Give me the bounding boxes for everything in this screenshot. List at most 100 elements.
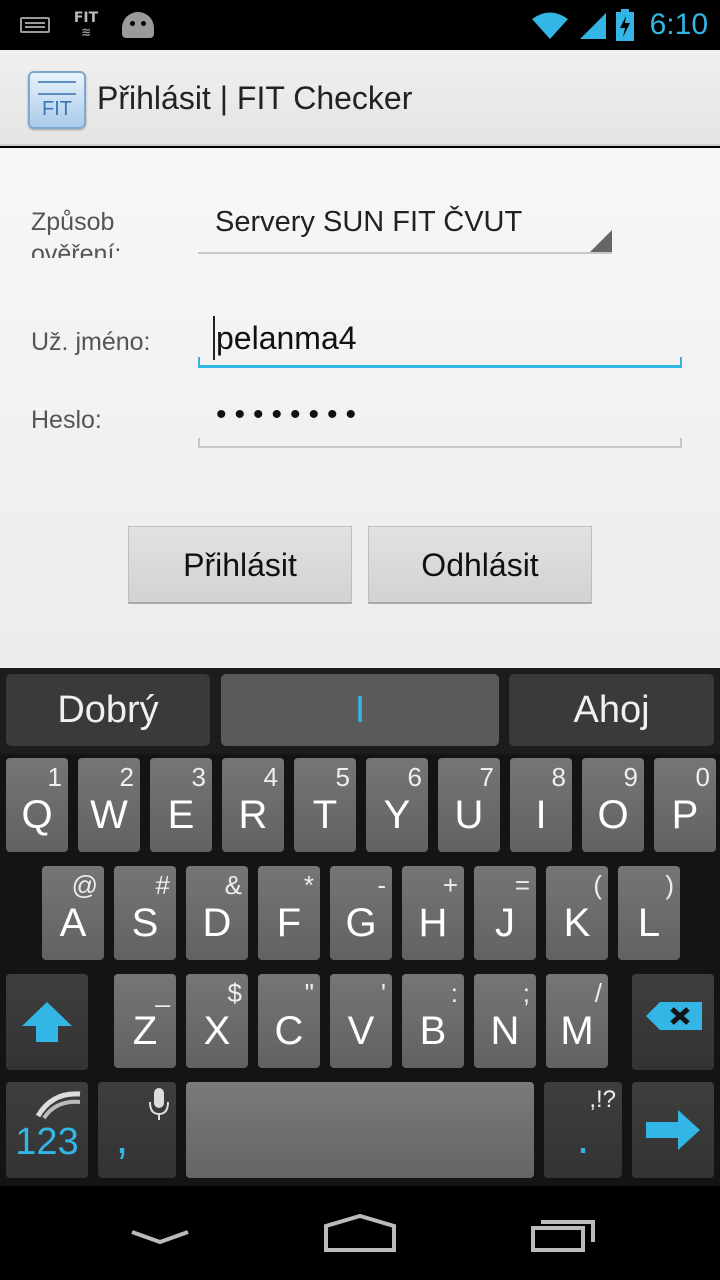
fit-notification-icon: FIT ≋ bbox=[73, 10, 99, 39]
enter-key[interactable] bbox=[632, 1082, 714, 1178]
shift-arrow-icon bbox=[22, 1002, 72, 1042]
key-alt-label: : bbox=[450, 978, 458, 1008]
key-alt-label: 8 bbox=[551, 762, 566, 792]
key-label: H bbox=[418, 901, 448, 945]
back-icon bbox=[131, 1230, 189, 1245]
key-label: S bbox=[131, 901, 159, 945]
username-field[interactable]: pelanma4 bbox=[198, 312, 682, 368]
period-key[interactable]: ,!? . bbox=[544, 1082, 622, 1178]
key-alt-label: - bbox=[377, 870, 386, 900]
key-alt-label: 3 bbox=[191, 762, 206, 792]
key-l[interactable]: ) L bbox=[618, 866, 680, 960]
key-label: B bbox=[419, 1009, 447, 1053]
key-y[interactable]: 6Y bbox=[366, 758, 428, 852]
key-alt-label: 4 bbox=[263, 762, 278, 792]
key-label: A bbox=[59, 901, 87, 945]
key-x[interactable]: $ X bbox=[186, 974, 248, 1068]
key-label: X bbox=[203, 1009, 231, 1053]
key-label: Z bbox=[132, 1009, 158, 1053]
key-g[interactable]: -G bbox=[330, 866, 392, 960]
key-z[interactable]: _ Z bbox=[114, 974, 176, 1068]
key-label: K bbox=[563, 901, 591, 945]
key-c[interactable]: " C bbox=[258, 974, 320, 1068]
key-label: O bbox=[597, 793, 629, 837]
home-icon bbox=[324, 1213, 396, 1252]
shift-key[interactable] bbox=[6, 974, 88, 1070]
app-icon[interactable]: FIT bbox=[28, 71, 86, 129]
key-alt-label: 9 bbox=[623, 762, 638, 792]
backspace-key[interactable] bbox=[632, 974, 714, 1070]
login-form: Způsob ověření: Servery SUN FIT ČVUT Už.… bbox=[0, 148, 720, 668]
key-i[interactable]: 8I bbox=[510, 758, 572, 852]
key-p[interactable]: 0P bbox=[654, 758, 716, 852]
key-alt-label: * bbox=[303, 870, 314, 900]
password-label: Heslo: bbox=[31, 406, 102, 434]
key-n[interactable]: ; N bbox=[474, 974, 536, 1068]
space-key[interactable] bbox=[186, 1082, 534, 1178]
backspace-icon bbox=[646, 1002, 702, 1030]
key-alt-label: ; bbox=[522, 978, 530, 1008]
key-f[interactable]: * F bbox=[258, 866, 320, 960]
key-alt-label: # bbox=[155, 870, 170, 900]
key-d[interactable]: & D bbox=[186, 866, 248, 960]
key-alt-label: ) bbox=[665, 870, 674, 900]
key-h[interactable]: + H bbox=[402, 866, 464, 960]
key-s[interactable]: # S bbox=[114, 866, 176, 960]
login-button[interactable]: Přihlásit bbox=[128, 526, 352, 604]
key-v[interactable]: ' V bbox=[330, 974, 392, 1068]
key-q[interactable]: 1Q bbox=[6, 758, 68, 852]
home-button[interactable] bbox=[300, 1186, 420, 1280]
key-label: C bbox=[274, 1009, 304, 1053]
key-j[interactable]: = J bbox=[474, 866, 536, 960]
key-o[interactable]: 9O bbox=[582, 758, 644, 852]
key-label: R bbox=[238, 793, 268, 837]
auth-method-label: Způsob ověření: bbox=[31, 208, 122, 258]
username-label: Už. jméno: bbox=[31, 328, 151, 356]
key-e[interactable]: 3E bbox=[150, 758, 212, 852]
key-k[interactable]: (K bbox=[546, 866, 608, 960]
recent-apps-button[interactable] bbox=[503, 1186, 623, 1280]
key-r[interactable]: 4R bbox=[222, 758, 284, 852]
key-label: W bbox=[90, 793, 128, 837]
password-field[interactable]: •••••••• bbox=[198, 392, 682, 448]
key-alt-label: = bbox=[514, 870, 530, 900]
navigation-bar bbox=[0, 1186, 720, 1280]
key-w[interactable]: 2W bbox=[78, 758, 140, 852]
key-alt-label: _ bbox=[155, 978, 170, 1008]
key-m[interactable]: / M bbox=[546, 974, 608, 1068]
key-label: J bbox=[495, 901, 515, 945]
suggestion-left[interactable]: Dobrý bbox=[6, 674, 210, 746]
status-bar: FIT ≋ 6:10 bbox=[0, 0, 720, 50]
signal-icon bbox=[579, 13, 606, 39]
back-button[interactable] bbox=[100, 1186, 220, 1280]
logout-button[interactable]: Odhlásit bbox=[368, 526, 592, 604]
suggestion-bar: Dobrý I Ahoj bbox=[0, 668, 720, 754]
page-title: Přihlásit | FIT Checker bbox=[97, 80, 413, 116]
key-alt-label: $ bbox=[227, 978, 242, 1008]
key-alt-label: / bbox=[594, 978, 602, 1008]
password-value: •••••••• bbox=[216, 398, 365, 431]
battery-charging-icon bbox=[615, 9, 634, 41]
key-label: T bbox=[312, 793, 338, 837]
key-alt-label: 2 bbox=[119, 762, 134, 792]
comma-key[interactable]: , bbox=[98, 1082, 176, 1178]
key-u[interactable]: 7U bbox=[438, 758, 500, 852]
key-alt-label: ( bbox=[593, 870, 602, 900]
key-alt-label: 0 bbox=[695, 762, 710, 792]
key-alt-label: + bbox=[442, 870, 458, 900]
soft-keyboard: Dobrý I Ahoj 1 Q 2 W 3 E 4 R 5 T 6 Y 7 U 8 I 9 O 0 P @ A # S & D *… bbox=[0, 668, 720, 1186]
key-a[interactable]: @ A bbox=[42, 866, 104, 960]
key-b[interactable]: :B bbox=[402, 974, 464, 1068]
key-label: F bbox=[276, 901, 302, 945]
key-label: V bbox=[347, 1009, 375, 1053]
suggestion-right[interactable]: Ahoj bbox=[509, 674, 714, 746]
auth-method-value: Servery SUN FIT ČVUT bbox=[215, 206, 523, 238]
suggestion-middle[interactable]: I bbox=[221, 674, 499, 746]
key-label: M bbox=[560, 1009, 594, 1053]
auth-method-spinner[interactable]: Servery SUN FIT ČVUT bbox=[198, 198, 612, 254]
key-alt-label: 5 bbox=[335, 762, 350, 792]
key-t[interactable]: 5T bbox=[294, 758, 356, 852]
recent-apps-icon bbox=[531, 1220, 595, 1252]
key-alt-label: & bbox=[224, 870, 242, 900]
key-label: I bbox=[535, 793, 547, 837]
